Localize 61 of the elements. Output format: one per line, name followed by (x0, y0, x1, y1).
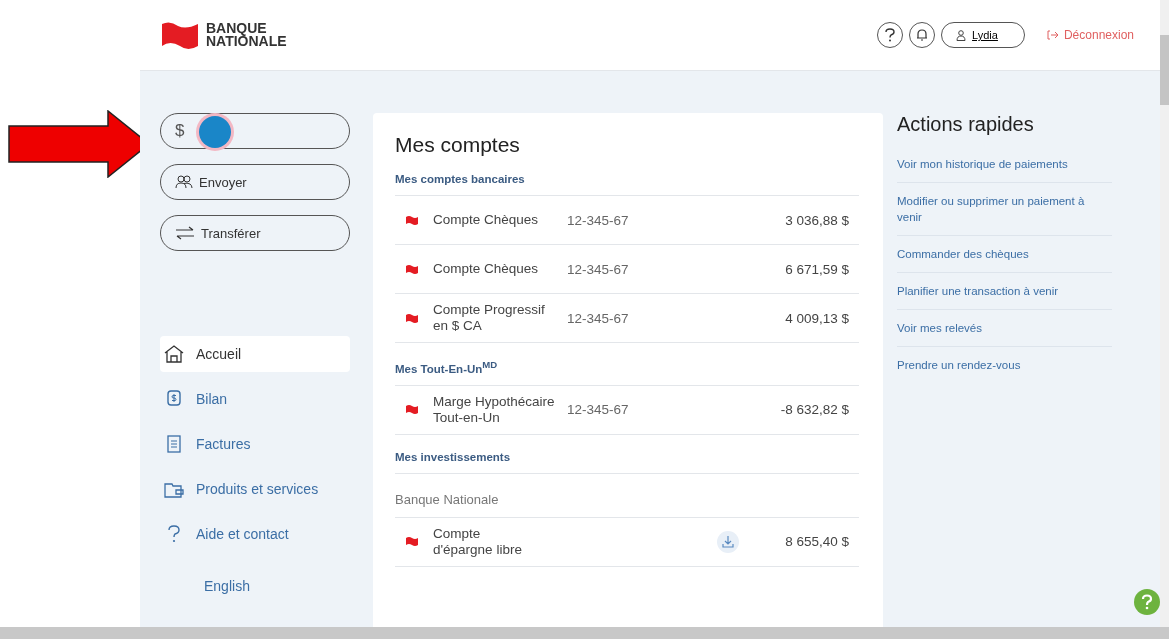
wallet-icon (164, 390, 184, 408)
account-name[interactable]: Compte Chèques (433, 212, 567, 228)
quick-action-link[interactable]: Voir mon historique de paiements (897, 146, 1112, 183)
flag-icon (405, 404, 419, 416)
action-button[interactable]: Envoyer (160, 164, 350, 200)
flag-icon (405, 263, 419, 275)
section-heading: Mes investissements (395, 450, 859, 474)
account-balance: -8 632,82 $ (780, 402, 849, 418)
action-button[interactable]: Transférer (160, 215, 350, 251)
quick-action-link[interactable]: Commander des chèques (897, 236, 1112, 273)
folder-icon (164, 480, 184, 498)
nav-item[interactable]: Bilan (160, 381, 350, 417)
nav-item[interactable]: Accueil (160, 336, 350, 372)
home-icon (164, 345, 184, 363)
quick-action-link[interactable]: Planifier une transaction à venir (897, 273, 1112, 310)
flag-icon (405, 312, 419, 324)
section-subheading: Banque Nationale (395, 479, 859, 518)
download-icon[interactable] (717, 530, 739, 553)
account-name[interactable]: Compte d'épargne libre (433, 525, 567, 558)
notifications-button[interactable] (909, 22, 936, 48)
help-icon (1141, 594, 1153, 610)
user-icon (956, 29, 967, 41)
nav-item[interactable]: Factures (160, 426, 350, 462)
account-balance: 4 009,13 $ (785, 310, 849, 326)
account-number: 12-345-67 (567, 212, 630, 228)
account-balance: 8 655,40 $ (785, 534, 849, 550)
account-number: 12-345-67 (567, 310, 630, 326)
account-name[interactable]: Compte Progressif en $ CA (433, 302, 567, 334)
section-heading: Mes comptes bancaires (395, 173, 859, 196)
logo-icon (160, 20, 200, 50)
vertical-scrollbar[interactable] (1160, 0, 1169, 627)
logo-text: BANQUE NATIONALE (206, 22, 287, 48)
card-title: Mes comptes (395, 133, 521, 157)
help-button[interactable] (877, 22, 904, 48)
action-button[interactable]: $ (160, 113, 350, 149)
logout-icon (1046, 30, 1059, 40)
document-icon (164, 435, 184, 453)
nav-item[interactable]: Produits et services (160, 471, 350, 507)
nav-item[interactable]: Aide et contact (160, 516, 350, 552)
flag-icon (405, 214, 419, 226)
people-icon (175, 175, 193, 189)
transfer-icon (175, 226, 195, 240)
panel-title: Actions rapides (897, 113, 1035, 136)
quick-action-link[interactable]: Prendre un rendez-vous (897, 347, 1112, 383)
quick-action-link[interactable]: Modifier ou supprimer un paiement à venir (897, 183, 1112, 236)
dollar-icon: $ (175, 121, 185, 141)
account-number: 12-345-67 (567, 402, 630, 418)
account-name[interactable]: Compte Chèques (433, 261, 567, 277)
account-name[interactable]: Marge Hypothécaire Tout-en-Un (433, 393, 567, 426)
account-balance: 3 036,88 $ (785, 212, 849, 228)
language-link[interactable]: English (204, 578, 373, 594)
user-button[interactable]: Lydia (941, 22, 1025, 48)
quick-action-link[interactable]: Voir mes relevés (897, 310, 1112, 347)
account-balance: 6 671,59 $ (785, 261, 849, 277)
logout-link[interactable]: Déconnexion (1046, 28, 1134, 42)
section-heading: Mes Tout-En-Un$^{MD}$ (395, 359, 859, 386)
flag-icon (405, 536, 419, 548)
account-number: 12-345-67 (567, 261, 630, 277)
horizontal-scrollbar[interactable] (0, 627, 1169, 639)
bell-icon (916, 28, 929, 42)
help-icon (884, 28, 897, 42)
